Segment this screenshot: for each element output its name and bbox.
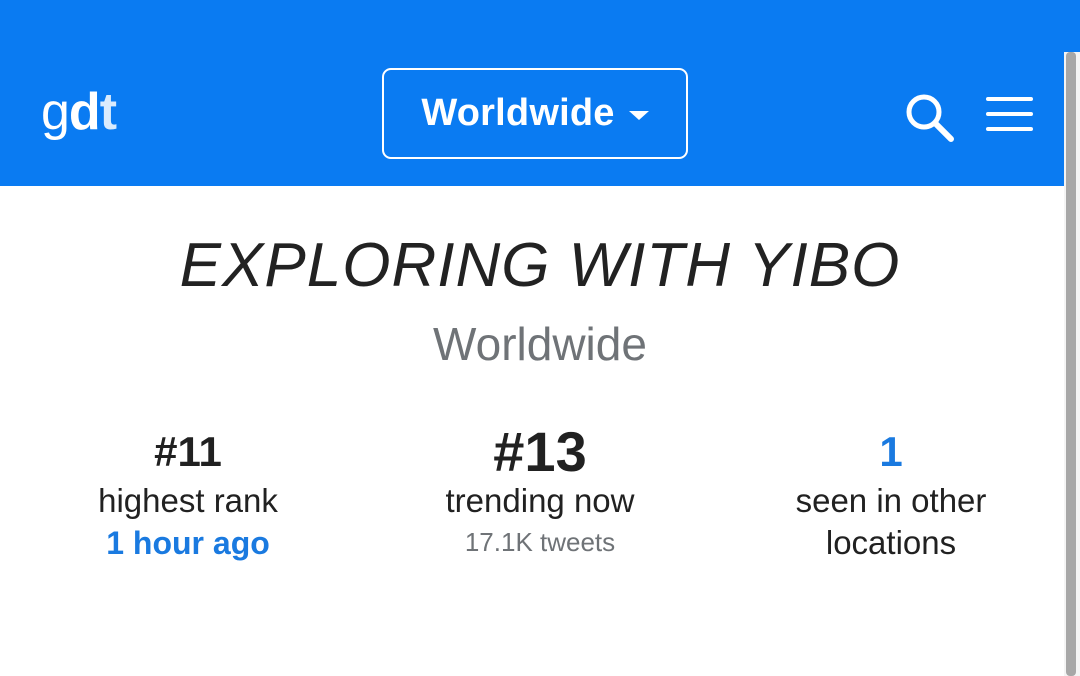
search-button[interactable] [904, 92, 956, 144]
other-locations-label-line2: locations [825, 524, 957, 561]
site-logo[interactable]: gdt [41, 82, 117, 142]
other-locations-count-link[interactable]: 1 [740, 424, 1042, 480]
highest-rank-label: highest rank [98, 482, 278, 519]
stat-other-locations: 1 seen in other locations [740, 424, 1042, 564]
trending-now-value: #13 [493, 420, 587, 483]
trend-location: Worldwide [433, 318, 647, 370]
logo-letter-t: t [99, 83, 117, 141]
search-icon [906, 94, 954, 142]
hamburger-menu-icon [986, 97, 1033, 101]
hamburger-menu-icon [986, 112, 1033, 116]
stat-trending-now: #13 trending now 17.1K tweets [390, 424, 690, 562]
location-dropdown[interactable]: Worldwide [382, 68, 688, 159]
trend-title: EXPLORING WITH YIBO [179, 231, 901, 300]
location-dropdown-label: Worldwide [421, 92, 615, 134]
highest-rank-time-link[interactable]: 1 hour ago [38, 522, 338, 564]
highest-rank-value: #11 [154, 428, 222, 475]
tweet-count: 17.1K tweets [464, 527, 616, 557]
hamburger-menu-button[interactable] [986, 97, 1034, 133]
logo-letter-g: g [41, 83, 70, 141]
logo-letter-d: d [68, 83, 101, 141]
other-locations-label-line1: seen in other [795, 482, 987, 519]
trending-now-label: trending now [445, 482, 635, 519]
top-header: gdt Worldwide [0, 0, 1080, 186]
chevron-down-icon [628, 111, 649, 120]
hamburger-menu-icon [986, 127, 1033, 131]
stat-highest-rank: #11 highest rank 1 hour ago [38, 424, 338, 564]
